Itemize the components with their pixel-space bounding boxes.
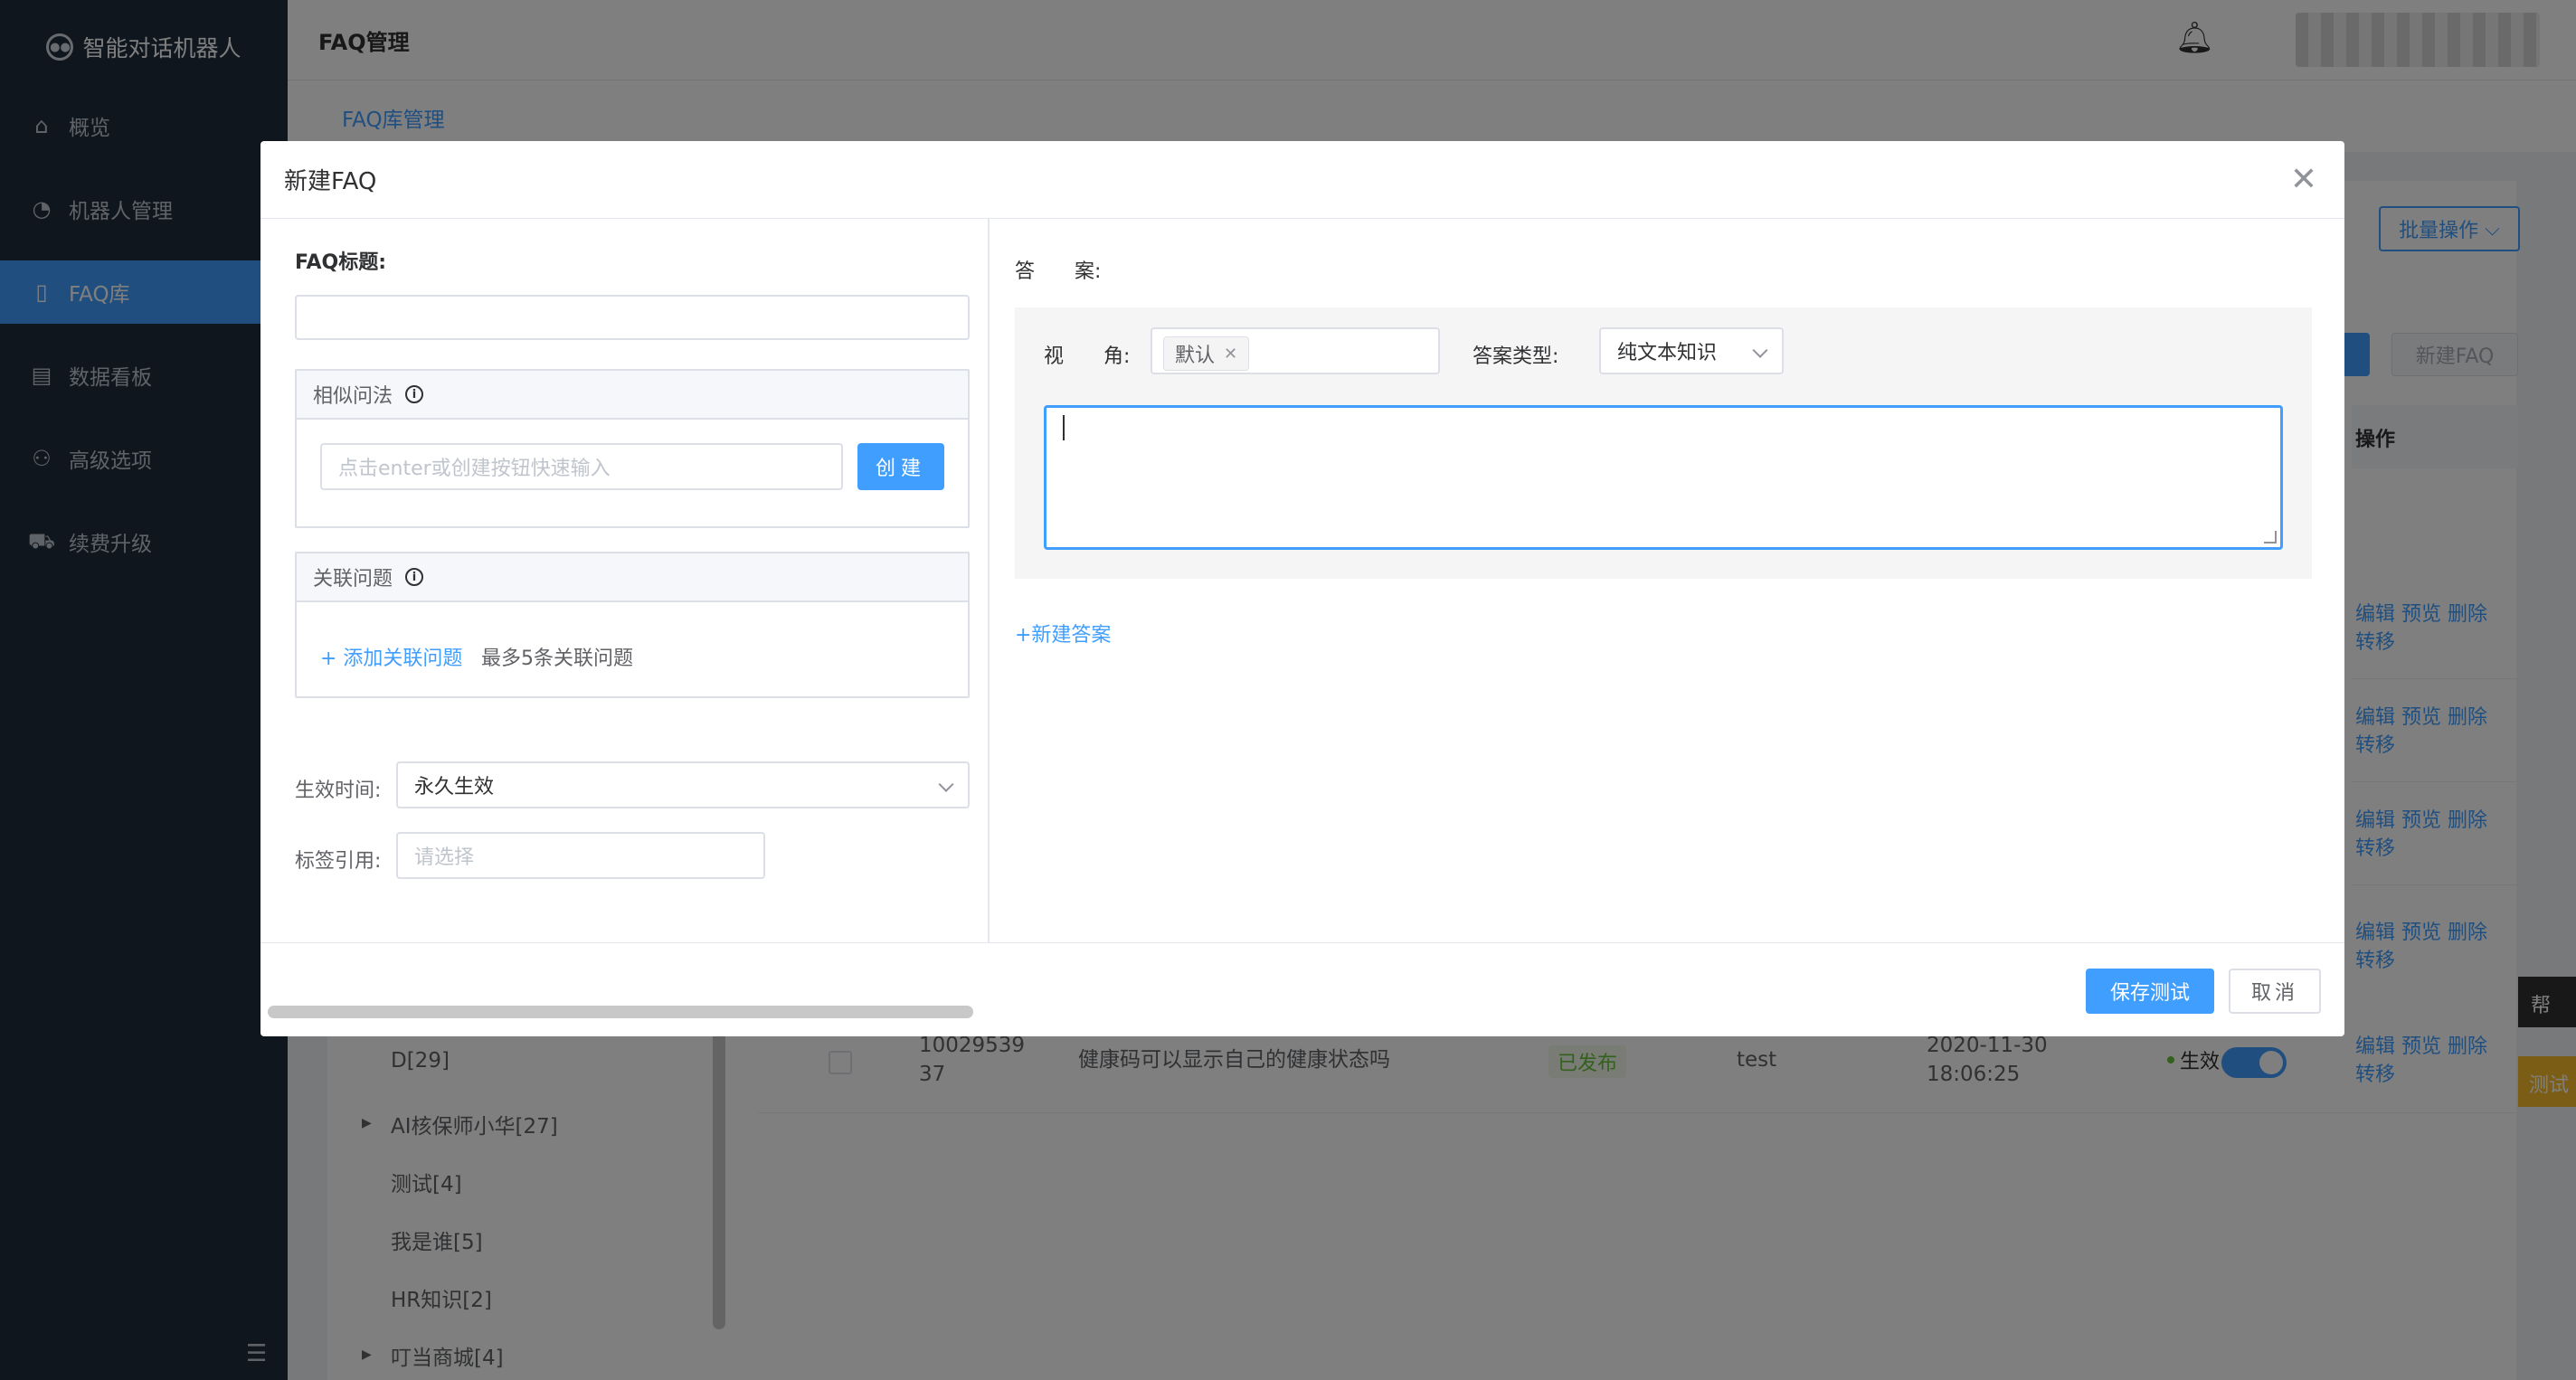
- save-test-button[interactable]: 保存测试: [2086, 969, 2214, 1014]
- dialog-title: 新建FAQ: [284, 168, 377, 195]
- add-related-question-link[interactable]: + 添加关联问题: [320, 642, 462, 671]
- similar-question-input[interactable]: 点击enter或创建按钮快速输入: [320, 443, 843, 490]
- answer-type-select[interactable]: 纯文本知识: [1599, 327, 1784, 374]
- view-tag-label: 默认: [1175, 345, 1216, 367]
- faq-title-input[interactable]: [295, 295, 970, 340]
- effective-time-label: 生效时间:: [295, 780, 382, 802]
- answer-type-value: 纯文本知识: [1617, 342, 1718, 364]
- chevron-down-icon: [1752, 342, 1768, 358]
- related-hint: 最多5条关联问题: [481, 647, 633, 670]
- view-label: 视 角:: [1044, 345, 1131, 368]
- answer-label: 答 案:: [1015, 260, 1102, 283]
- dialog-header: 新建FAQ: [260, 141, 2344, 219]
- effective-time-select[interactable]: 永久生效: [396, 761, 970, 808]
- new-faq-dialog: 新建FAQ ✕ FAQ标题: 相似问法 i 点击enter或创建按钮快速输入 创…: [260, 141, 2344, 1036]
- new-answer-link[interactable]: +新建答案: [1015, 619, 1111, 647]
- view-tag: 默认 ✕: [1163, 336, 1250, 371]
- info-icon[interactable]: i: [405, 568, 424, 586]
- info-icon[interactable]: i: [405, 385, 424, 403]
- related-questions-label: 关联问题: [313, 568, 393, 591]
- create-button[interactable]: 创建: [857, 443, 944, 490]
- close-icon[interactable]: ✕: [1224, 345, 1237, 364]
- tag-ref-select[interactable]: 请选择: [396, 832, 765, 879]
- answer-block: 视 角: 默认 ✕ 答案类型: 纯文本知识: [1015, 307, 2312, 579]
- tag-ref-label: 标签引用:: [295, 850, 382, 873]
- cancel-button[interactable]: 取消: [2229, 969, 2321, 1014]
- close-icon[interactable]: ✕: [2290, 161, 2317, 198]
- chevron-down-icon: [938, 776, 954, 792]
- effective-time-value: 永久生效: [414, 776, 495, 799]
- faq-form-left: FAQ标题: 相似问法 i 点击enter或创建按钮快速输入 创建 关联问题 i…: [260, 219, 990, 1018]
- view-select[interactable]: 默认 ✕: [1151, 327, 1440, 374]
- text-caret: [1063, 415, 1065, 440]
- similar-questions-label: 相似问法: [313, 385, 393, 408]
- related-questions-box: 关联问题 i + 添加关联问题 最多5条关联问题: [295, 552, 970, 698]
- resize-handle-icon[interactable]: [2264, 531, 2277, 543]
- answer-pane: 答 案: 视 角: 默认 ✕ 答案类型: 纯文本知识 +新建答案: [991, 219, 2344, 942]
- answer-textarea[interactable]: [1044, 405, 2283, 550]
- faq-title-label: FAQ标题:: [295, 251, 387, 274]
- related-questions-header: 关联问题 i: [297, 553, 968, 602]
- answer-type-label: 答案类型:: [1473, 345, 1559, 368]
- similar-questions-box: 相似问法 i 点击enter或创建按钮快速输入 创建: [295, 369, 970, 528]
- similar-questions-header: 相似问法 i: [297, 371, 968, 420]
- dialog-footer: 保存测试 取消: [260, 942, 2344, 1036]
